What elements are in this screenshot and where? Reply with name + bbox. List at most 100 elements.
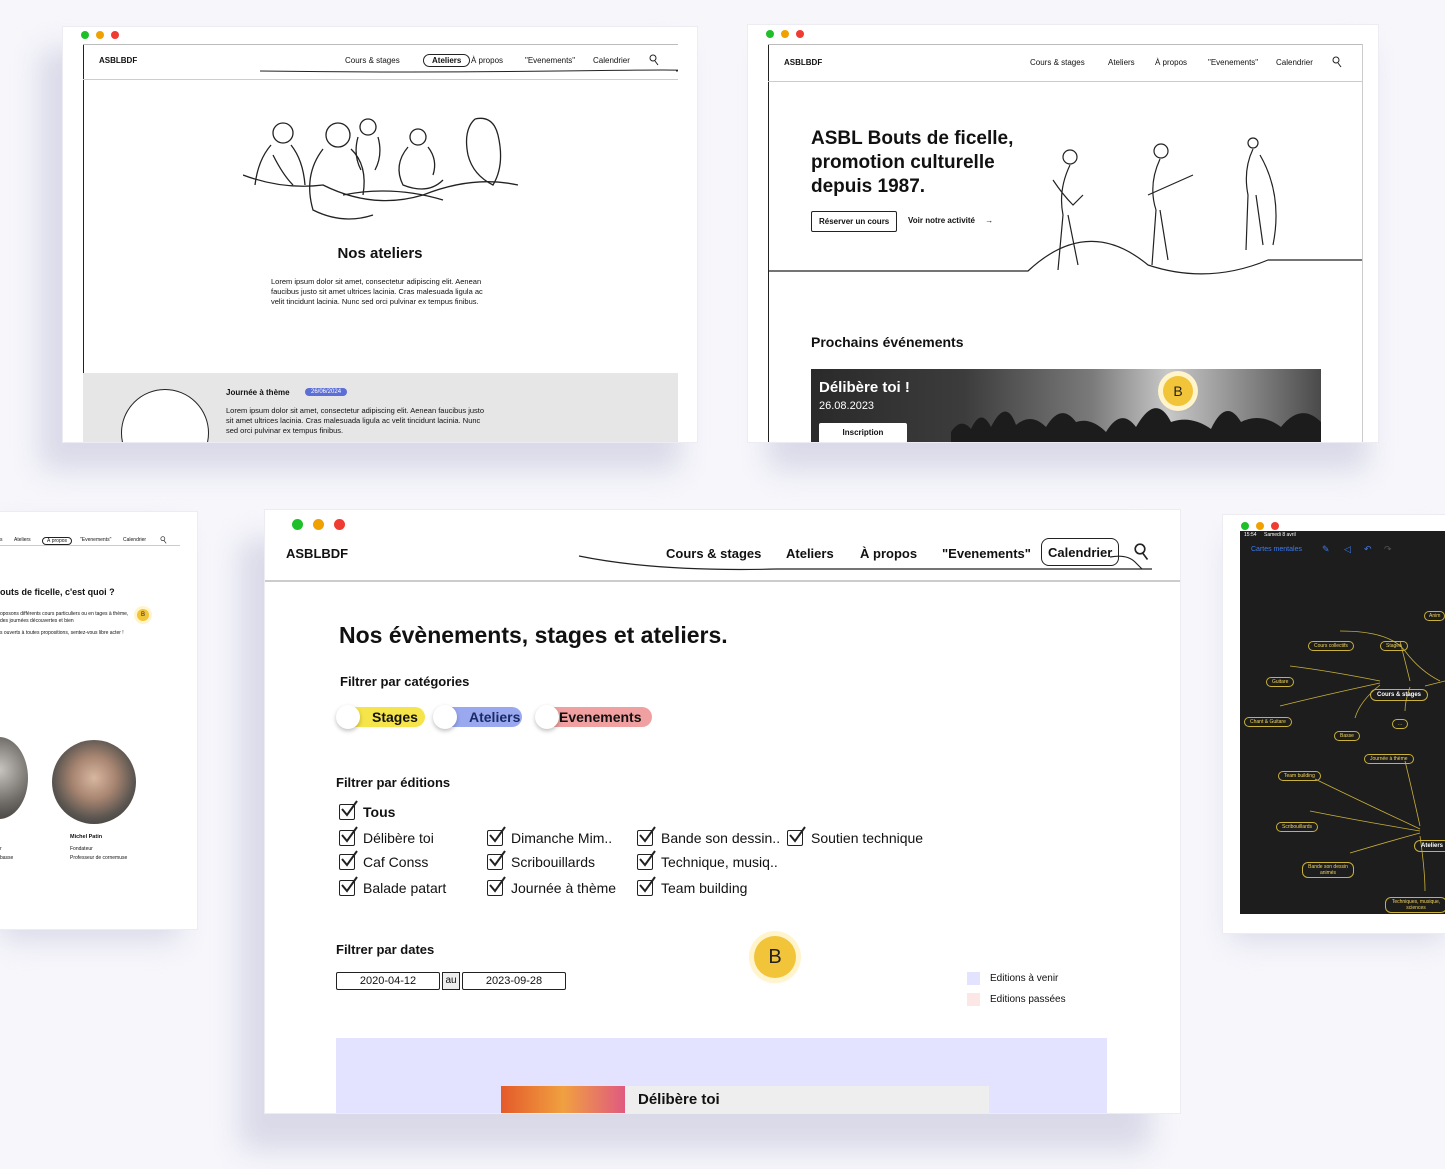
mindmap-node[interactable]: Ateliers	[1414, 840, 1445, 852]
maximize-dot[interactable]	[766, 30, 774, 38]
close-dot[interactable]	[796, 30, 804, 38]
nav-evenements[interactable]: "Evenements"	[525, 56, 575, 65]
close-dot[interactable]	[1271, 522, 1279, 530]
mindmap-node[interactable]: Journée à thème	[1364, 754, 1414, 764]
about-text-1: oposons différents cours particuliers ou…	[0, 611, 129, 624]
nav-calendrier[interactable]: Calendrier	[593, 56, 630, 65]
toggle-knob	[336, 705, 360, 729]
brand-logo[interactable]: ASBLBDF	[99, 56, 137, 65]
window-mindmap: 15:54 Samedi 8 avril Cartes mentales ✎ ◁…	[1223, 515, 1445, 933]
nav-a-propos[interactable]: À propos	[42, 537, 73, 545]
minimize-dot[interactable]	[781, 30, 789, 38]
checkbox-label: Team building	[661, 880, 748, 896]
search-icon[interactable]	[160, 536, 167, 544]
checkbox-edition[interactable]: Journée à thème	[487, 876, 617, 896]
nav-ateliers[interactable]: Ateliers	[14, 537, 31, 543]
checkbox-edition[interactable]: Balade patart	[339, 876, 447, 896]
nav-evenements[interactable]: "Evenements"	[80, 537, 111, 543]
mindmap-node[interactable]: Chant & Guitare	[1244, 717, 1292, 727]
maximize-dot[interactable]	[292, 519, 303, 530]
checkbox-edition[interactable]: Dimanche Mim..	[487, 826, 612, 846]
checkbox-edition[interactable]: Bande son dessin..	[637, 826, 781, 846]
nav-cours-stages[interactable]: Cours & stages	[345, 56, 400, 65]
mindmap-node[interactable]: Techniques, musique, sciences	[1385, 897, 1445, 913]
checkbox-checked-icon	[487, 850, 506, 870]
mindmap-node[interactable]: Basse	[1334, 731, 1360, 741]
nav-a-propos[interactable]: À propos	[1155, 58, 1187, 67]
window-controls	[81, 31, 119, 39]
bot-badge[interactable]: B	[754, 936, 796, 978]
checkbox-edition[interactable]: Soutien technique	[787, 826, 924, 846]
musicians-illustration	[768, 137, 1362, 275]
date-to-input[interactable]: 2023-09-28	[462, 972, 566, 990]
checkbox-label: Soutien technique	[811, 830, 924, 846]
maximize-dot[interactable]	[81, 31, 89, 39]
checkbox-label: Journée à thème	[511, 880, 617, 896]
checkbox-edition[interactable]: Technique, musiq..	[637, 850, 778, 870]
close-dot[interactable]	[111, 31, 119, 39]
nav-calendrier[interactable]: Calendrier	[123, 537, 146, 543]
avatar-person-1	[0, 737, 28, 819]
bot-badge[interactable]: B	[137, 609, 149, 621]
checkbox-tous[interactable]: Tous	[339, 800, 395, 820]
mindmap-node[interactable]: Team building	[1278, 771, 1321, 781]
checkbox-checked-icon	[787, 826, 806, 846]
legend-swatch-upcoming	[967, 972, 980, 985]
mindmap-node[interactable]: Bande son dessin animés	[1302, 862, 1354, 878]
bot-badge[interactable]: B	[1163, 376, 1193, 406]
nav-evenements[interactable]: "Evenements"	[1208, 58, 1258, 67]
nav-ateliers[interactable]: Ateliers	[423, 54, 471, 67]
window-events: ASBLBDF Cours & stages Ateliers À propos…	[265, 510, 1180, 1113]
checkbox-label: Balade patart	[363, 880, 447, 896]
minimize-dot[interactable]	[313, 519, 324, 530]
about-title: outs de ficelle, c'est quoi ?	[0, 587, 115, 597]
date-from-input[interactable]: 2020-04-12	[336, 972, 440, 990]
checkbox-edition[interactable]: Délibère toi	[339, 826, 434, 846]
filter-categories-label: Filtrer par catégories	[340, 674, 470, 689]
brand-logo[interactable]: ASBLBDF	[286, 546, 348, 561]
mindmap-node[interactable]: Cours & stages	[1370, 689, 1429, 701]
chip-label: Ateliers	[469, 709, 521, 725]
nav-cours-stages[interactable]: Cours & stages	[1030, 58, 1085, 67]
nav-a-propos[interactable]: À propos	[471, 56, 503, 65]
checkbox-label: Bande son dessin..	[661, 830, 781, 846]
checkbox-checked-icon	[637, 876, 656, 896]
maximize-dot[interactable]	[1241, 522, 1249, 530]
close-dot[interactable]	[334, 519, 345, 530]
mindmap-node[interactable]: ...	[1392, 719, 1409, 729]
search-icon[interactable]	[649, 54, 659, 66]
mindmap-node[interactable]: Anim	[1424, 611, 1445, 621]
legend-past: Editions passées	[990, 994, 1066, 1005]
window-controls	[766, 30, 804, 38]
person-1-sub: basse	[0, 855, 14, 861]
event-card[interactable]: Délibère toi	[501, 1086, 989, 1113]
mindmap-canvas[interactable]: 15:54 Samedi 8 avril Cartes mentales ✎ ◁…	[1240, 531, 1445, 914]
checkbox-edition[interactable]: Scribouillards	[487, 850, 595, 870]
checkbox-edition[interactable]: Caf Conss	[339, 850, 428, 870]
minimize-dot[interactable]	[96, 31, 104, 39]
mindmap-node[interactable]: Scribouillards	[1276, 822, 1319, 832]
brand-logo[interactable]: ASBLBDF	[784, 58, 822, 67]
mindmap-node[interactable]: Stages	[1380, 641, 1408, 651]
nav-calendrier[interactable]: Calendrier	[1276, 58, 1313, 67]
event-name: Délibère toi !	[819, 379, 910, 396]
person-2-name: Michel Patin	[70, 834, 103, 840]
checkbox-edition[interactable]: Team building	[637, 876, 748, 896]
nav-ateliers[interactable]: Ateliers	[1108, 58, 1135, 67]
mindmap-node[interactable]: Guitare	[1266, 677, 1295, 687]
chip-evenements[interactable]: Evenements	[535, 705, 652, 729]
card-illustration	[121, 389, 209, 442]
filter-editions-label: Filtrer par éditions	[336, 775, 451, 790]
mindmap-node[interactable]: Cours collectifs	[1308, 641, 1354, 651]
checkbox-checked-icon	[487, 826, 506, 846]
event-card[interactable]: Journée à thème 26/06/2024 Lorem ipsum d…	[83, 373, 678, 442]
card-text: Lorem ipsum dolor sit amet, consectetur …	[226, 406, 485, 435]
nav-cours-stages[interactable]: s	[0, 537, 3, 543]
chip-ateliers[interactable]: Ateliers	[433, 705, 522, 729]
chip-stages[interactable]: Stages	[336, 705, 425, 729]
search-icon[interactable]	[1332, 56, 1342, 68]
card-date-badge: 26/06/2024	[305, 388, 348, 396]
inscription-button[interactable]: Inscription	[819, 423, 907, 442]
event-banner[interactable]: Délibère toi ! 26.08.2023 Inscription	[811, 369, 1321, 442]
minimize-dot[interactable]	[1256, 522, 1264, 530]
